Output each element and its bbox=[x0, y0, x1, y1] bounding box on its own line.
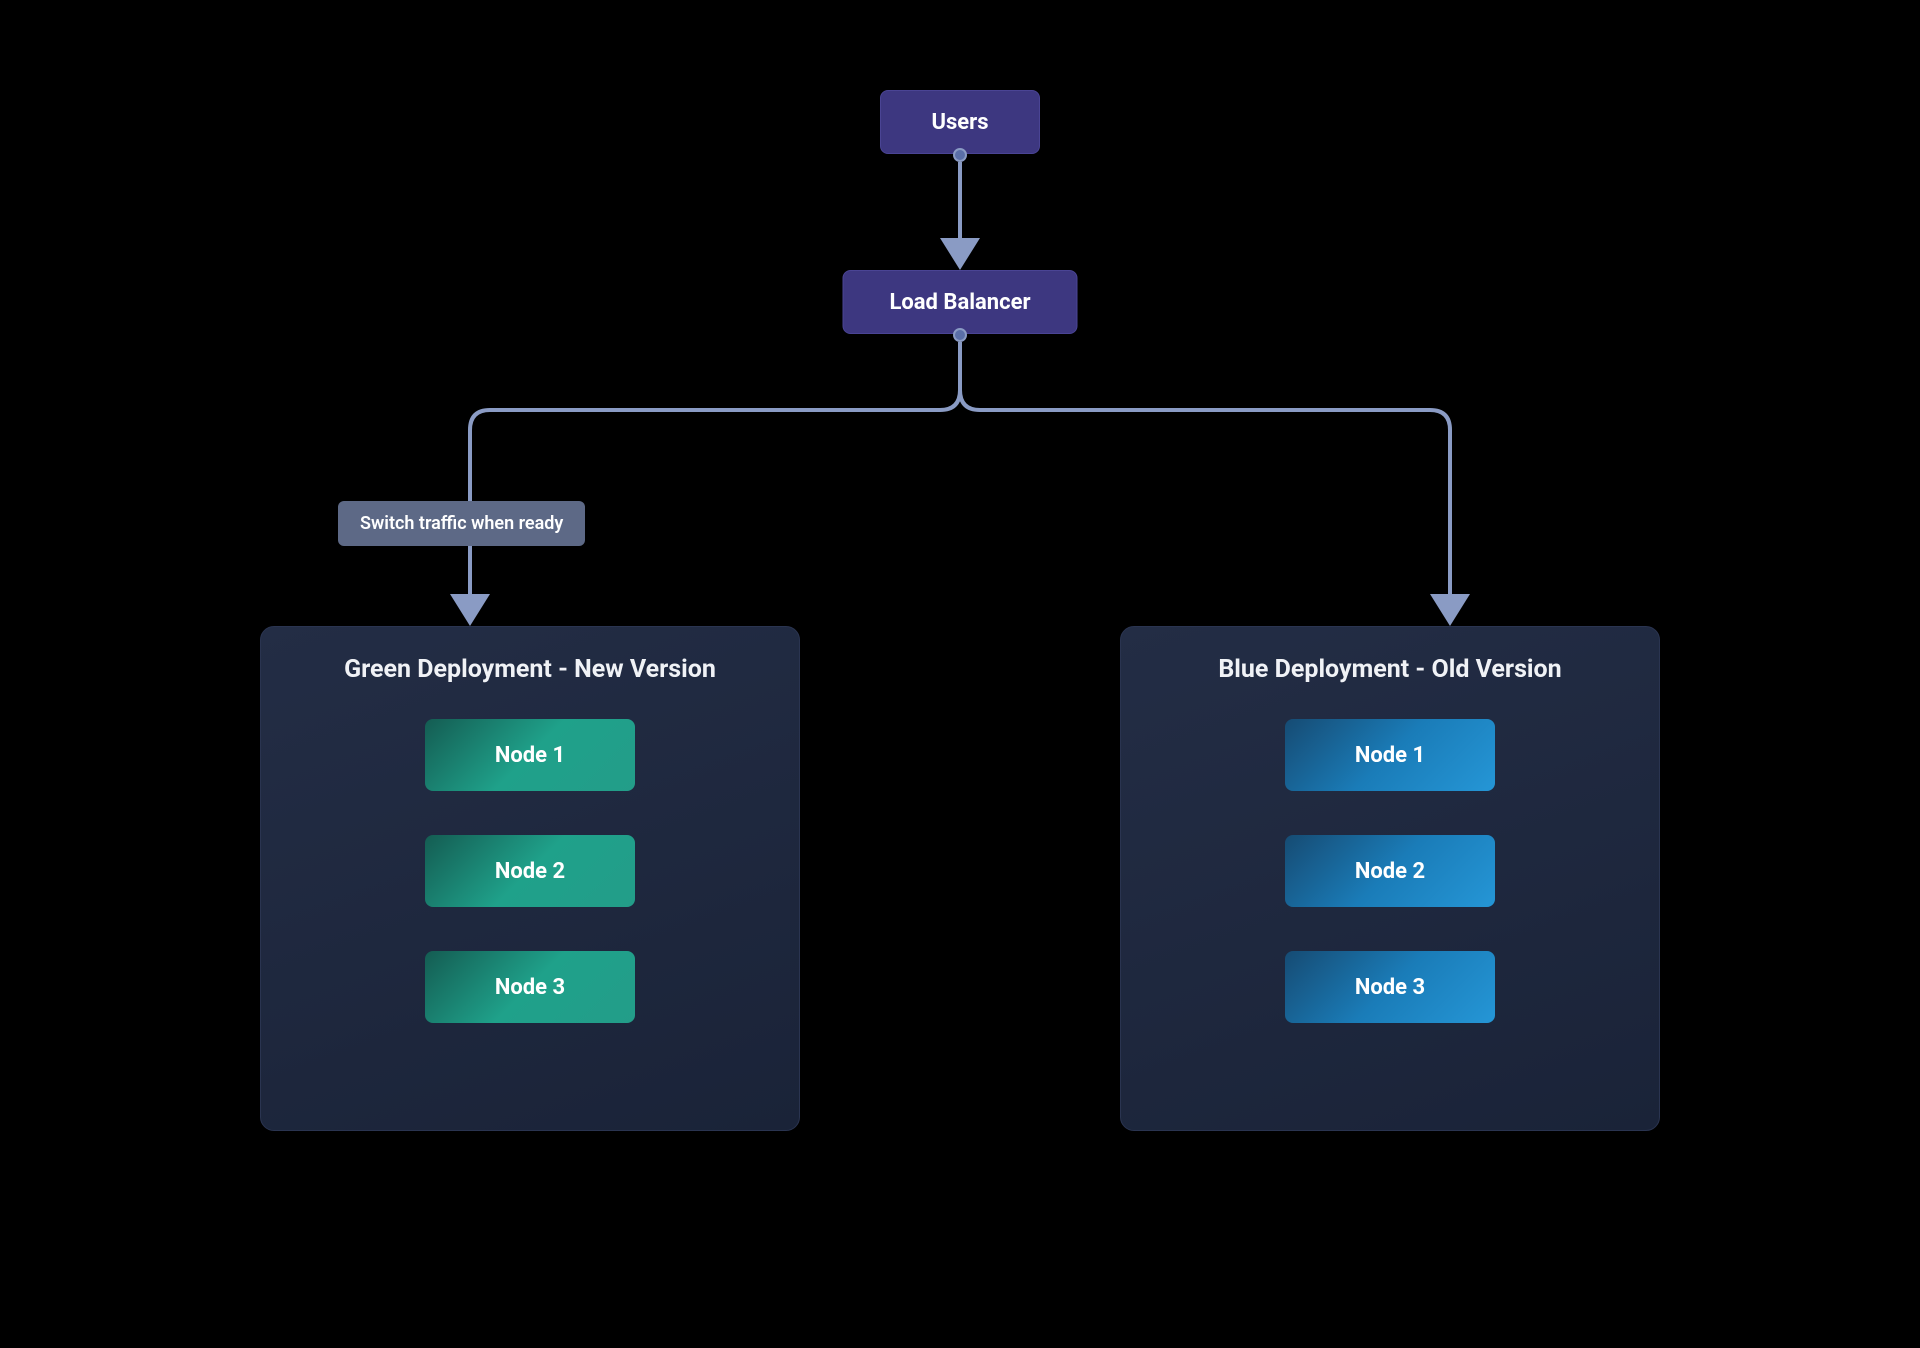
load-balancer-connector-dot bbox=[953, 328, 967, 342]
switch-traffic-text: Switch traffic when ready bbox=[360, 513, 563, 534]
blue-deployment-container: Blue Deployment - Old Version Node 1 Nod… bbox=[1120, 626, 1660, 1131]
load-balancer-label: Load Balancer bbox=[889, 290, 1030, 315]
green-node-2: Node 2 bbox=[425, 835, 635, 907]
users-label: Users bbox=[931, 110, 988, 135]
blue-node-list: Node 1 Node 2 Node 3 bbox=[1141, 719, 1639, 1023]
green-node-2-label: Node 2 bbox=[495, 859, 565, 884]
load-balancer-node: Load Balancer bbox=[843, 270, 1078, 334]
users-node: Users bbox=[880, 90, 1040, 154]
green-node-1-label: Node 1 bbox=[495, 743, 565, 768]
blue-green-deployment-diagram: Users Load Balancer Switch traffic when … bbox=[260, 90, 1660, 1190]
blue-node-3: Node 3 bbox=[1285, 951, 1495, 1023]
green-deployment-container: Green Deployment - New Version Node 1 No… bbox=[260, 626, 800, 1131]
green-deployment-title: Green Deployment - New Version bbox=[281, 655, 779, 684]
blue-node-2: Node 2 bbox=[1285, 835, 1495, 907]
green-node-3-label: Node 3 bbox=[495, 975, 565, 1000]
blue-node-2-label: Node 2 bbox=[1355, 859, 1425, 884]
green-node-1: Node 1 bbox=[425, 719, 635, 791]
green-node-list: Node 1 Node 2 Node 3 bbox=[281, 719, 779, 1023]
users-connector-dot bbox=[953, 148, 967, 162]
blue-deployment-title: Blue Deployment - Old Version bbox=[1141, 655, 1639, 684]
switch-traffic-label: Switch traffic when ready bbox=[338, 501, 585, 546]
blue-node-1: Node 1 bbox=[1285, 719, 1495, 791]
green-node-3: Node 3 bbox=[425, 951, 635, 1023]
blue-node-1-label: Node 1 bbox=[1355, 743, 1425, 768]
blue-node-3-label: Node 3 bbox=[1355, 975, 1425, 1000]
